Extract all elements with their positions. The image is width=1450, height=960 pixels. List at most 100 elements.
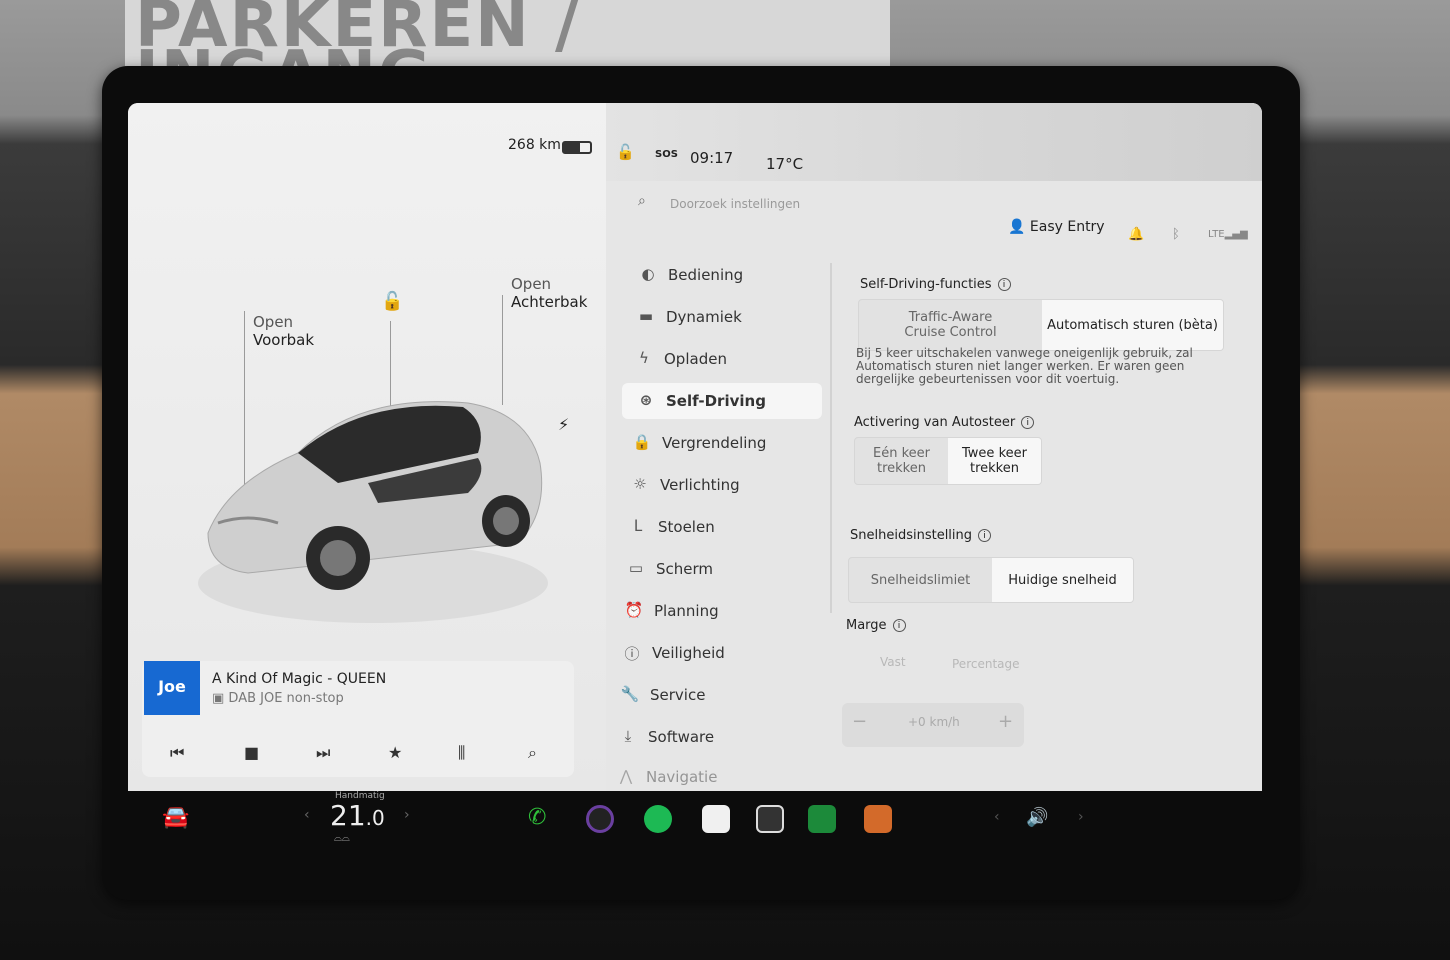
menu-item-scherm[interactable]: ▭ Scherm xyxy=(612,551,812,587)
menu-item-stoelen[interactable]: ᒪ Stoelen xyxy=(614,509,814,545)
autosteer-warning: Bij 5 keer uitschakelen vanwege oneigenl… xyxy=(856,346,1193,386)
menu-item-navigatie[interactable]: ⋀ Navigatie xyxy=(602,759,802,791)
car-panel: 268 km Open Voorbak 🔓 Open Achterbak ⚡ J… xyxy=(128,103,606,791)
stop-icon[interactable]: ■ xyxy=(244,743,259,762)
menu-item-label: Bediening xyxy=(668,266,744,284)
station-logo: Joe xyxy=(144,661,200,715)
phone-icon[interactable]: ✆ xyxy=(528,805,546,830)
seat-heater-icon[interactable]: ⌓⌓ xyxy=(334,833,350,844)
toybox-icon[interactable] xyxy=(756,805,784,833)
temp-down-icon[interactable]: ‹ xyxy=(304,807,310,823)
menu-item-label: Vergrendeling xyxy=(662,434,767,452)
volume-up-icon[interactable]: › xyxy=(1078,809,1084,825)
sos-button[interactable]: SOS xyxy=(655,149,678,160)
info-icon[interactable]: i xyxy=(1021,416,1035,429)
percentage-margin-option[interactable]: Percentage xyxy=(952,657,1020,671)
info-icon[interactable]: i xyxy=(997,278,1011,291)
bluetooth-icon[interactable]: ᛒ xyxy=(1172,227,1180,242)
search-music-icon[interactable]: ⌕ xyxy=(528,743,537,763)
sun-icon: ☼ xyxy=(633,475,647,493)
alarm-clock-icon: ⏰ xyxy=(624,601,644,619)
radio-icon: ▣ xyxy=(212,691,229,706)
navigation-icon: ⋀ xyxy=(619,767,633,785)
menu-item-opladen[interactable]: ϟ Opladen xyxy=(620,341,820,377)
activation-selector: Eén keer trekken Twee keer trekken xyxy=(854,437,1042,485)
lock-status-icon[interactable]: 🔓 xyxy=(616,143,635,161)
steering-wheel-icon: ⊛ xyxy=(639,391,653,409)
search-icon: ⌕ xyxy=(638,193,646,209)
energy-graph-icon[interactable] xyxy=(808,805,836,833)
equalizer-icon[interactable]: ⫼ xyxy=(458,743,465,763)
temp-up-icon[interactable]: › xyxy=(404,807,410,823)
open-frunk-button[interactable]: Open Voorbak xyxy=(253,313,314,349)
menu-divider xyxy=(830,263,832,613)
menu-item-bediening[interactable]: ◐ Bediening xyxy=(624,257,824,293)
speed-setting-title: Snelheidsinstelling i xyxy=(850,528,992,543)
favorite-star-icon[interactable]: ★ xyxy=(388,743,402,762)
margin-value: +0 km/h xyxy=(908,715,960,729)
menu-item-planning[interactable]: ⏰ Planning xyxy=(610,593,810,629)
plus-button[interactable]: + xyxy=(998,711,1013,732)
toggle-icon: ◐ xyxy=(641,265,655,283)
download-icon: ⤓ xyxy=(624,727,632,745)
camera-icon[interactable] xyxy=(586,805,614,833)
menu-item-label: Verlichting xyxy=(660,476,740,494)
lock-icon: 🔒 xyxy=(632,433,652,451)
menu-item-service[interactable]: 🔧 Service xyxy=(606,677,806,713)
display-icon: ▭ xyxy=(628,559,644,577)
next-icon[interactable]: ⏭ xyxy=(316,743,330,763)
charge-port-icon[interactable]: ⚡ xyxy=(558,415,569,434)
spotify-icon[interactable] xyxy=(644,805,672,833)
car-icon[interactable]: 🚘 xyxy=(162,805,189,830)
info-icon[interactable]: i xyxy=(892,619,906,632)
photo-scene: PARKEREN / INGANG 268 km Open Voorbak 🔓 … xyxy=(0,0,1450,960)
menu-item-label: Navigatie xyxy=(646,768,718,786)
cabin-temperature[interactable]: 21.0 xyxy=(330,799,385,832)
battery-icon xyxy=(562,141,592,154)
menu-item-software[interactable]: ⤓ Software xyxy=(604,719,804,755)
parking-sign: PARKEREN / INGANG xyxy=(125,0,890,66)
range-readout: 268 km xyxy=(508,137,561,153)
speed-limit-option[interactable]: Snelheidslimiet xyxy=(849,558,992,602)
menu-item-self-driving[interactable]: ⊛ Self-Driving xyxy=(622,383,822,419)
bell-icon[interactable]: 🔔 xyxy=(1128,227,1144,242)
fixed-margin-option[interactable]: Vast xyxy=(880,655,906,669)
car-icon: ▬ xyxy=(638,307,654,325)
menu-item-dynamiek[interactable]: ▬ Dynamiek xyxy=(622,299,822,335)
menu-item-label: Self-Driving xyxy=(666,392,766,410)
seat-icon: ᒪ xyxy=(633,517,643,535)
margin-title: Marge i xyxy=(846,618,906,633)
autosteer-option[interactable]: Automatisch sturen (bèta) xyxy=(1042,300,1223,350)
arcade-icon[interactable] xyxy=(864,805,892,833)
minus-button[interactable]: − xyxy=(852,711,867,732)
menu-item-label: Service xyxy=(650,686,706,704)
volume-down-icon[interactable]: ‹ xyxy=(994,809,1000,825)
search-input[interactable]: Doorzoek instellingen xyxy=(670,197,800,211)
unlock-icon[interactable]: 🔓 xyxy=(381,291,403,312)
pull-once-option[interactable]: Eén keer trekken xyxy=(855,438,948,484)
menu-item-vergrendeling[interactable]: 🔒 Vergrendeling xyxy=(618,425,818,461)
wrench-icon: 🔧 xyxy=(620,685,640,703)
media-player[interactable]: Joe A Kind Of Magic - QUEEN ▣ DAB JOE no… xyxy=(142,661,574,777)
menu-item-label: Veiligheid xyxy=(652,644,725,662)
menu-item-label: Opladen xyxy=(664,350,727,368)
car-model-image xyxy=(198,401,548,623)
menu-item-veiligheid[interactable]: ⓘ Veiligheid xyxy=(608,635,808,671)
radio-source: ▣ DAB JOE non-stop xyxy=(212,691,344,706)
volume-icon[interactable]: 🔊 xyxy=(1026,807,1048,828)
settings-search[interactable]: ⌕ Doorzoek instellingen xyxy=(628,191,928,217)
menu-item-label: Dynamiek xyxy=(666,308,742,326)
info-icon[interactable]: i xyxy=(978,529,992,542)
traffic-aware-option[interactable]: Traffic-Aware Cruise Control xyxy=(859,300,1042,350)
current-speed-option[interactable]: Huidige snelheid xyxy=(992,558,1133,602)
pull-twice-option[interactable]: Twee keer trekken xyxy=(948,438,1041,484)
margin-stepper: − +0 km/h + xyxy=(842,703,1024,747)
menu-item-verlichting[interactable]: ☼ Verlichting xyxy=(616,467,816,503)
driver-profile[interactable]: 👤 Easy Entry xyxy=(1008,219,1105,235)
menu-item-label: Stoelen xyxy=(658,518,715,536)
touchscreen: 268 km Open Voorbak 🔓 Open Achterbak ⚡ J… xyxy=(128,103,1262,791)
previous-icon[interactable]: ⏮ xyxy=(170,743,184,763)
open-trunk-button[interactable]: Open Achterbak xyxy=(511,275,587,311)
calendar-icon[interactable] xyxy=(702,805,730,833)
menu-item-label: Scherm xyxy=(656,560,714,578)
